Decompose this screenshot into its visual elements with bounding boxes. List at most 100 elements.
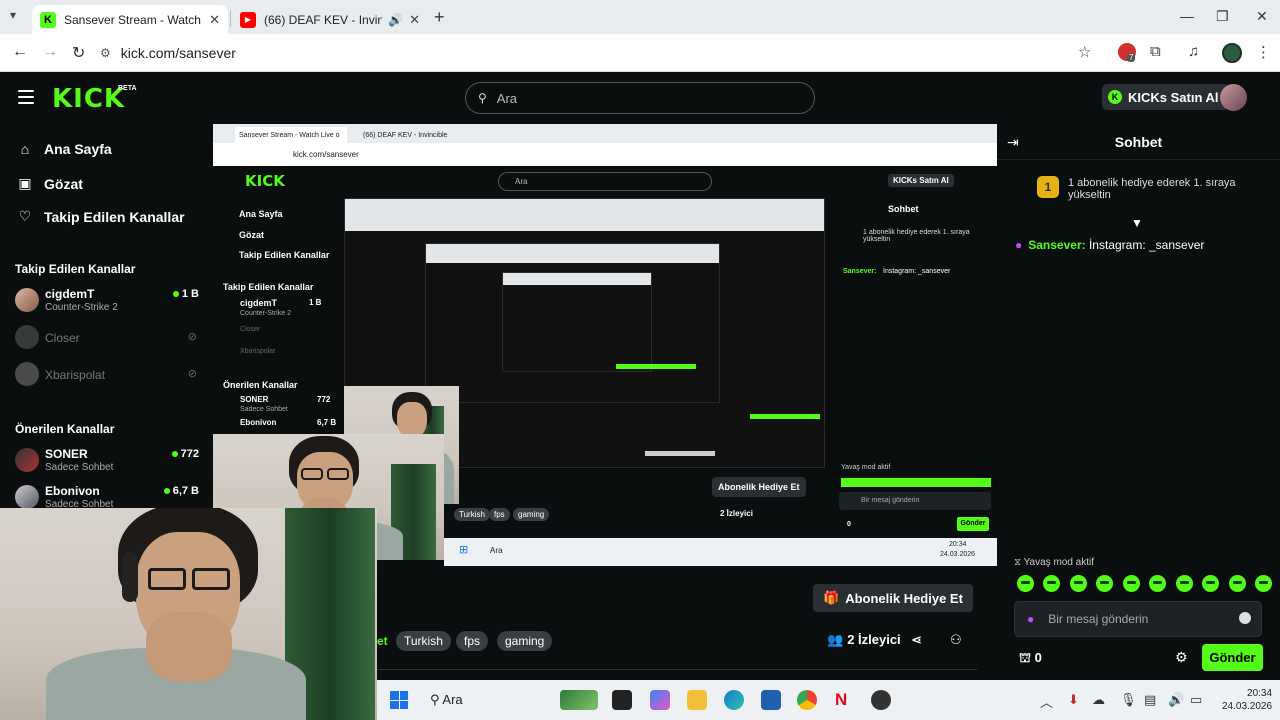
captured-sub-gift-button: Abonelik Hediye Et [712,477,806,497]
slow-mode-notice: ⧖ Yavaş mod aktif [1014,557,1095,568]
extensions-icon[interactable]: ⧉ [1150,43,1161,60]
channel-category: Sadece Sohbet [45,462,114,473]
emote-icon[interactable] [1149,575,1167,592]
emote-icon[interactable] [1017,575,1034,592]
share-icon[interactable]: ⋖ [911,632,922,648]
menu-icon[interactable] [18,90,34,104]
beta-label: BETA [118,85,137,92]
emote-icon[interactable] [1069,575,1087,592]
emote-icon[interactable] [1122,575,1140,592]
url-field[interactable]: ⚙ kick.com/sansever [100,40,1100,66]
captured-send-button: Gönder [957,517,989,531]
netflix-icon[interactable]: N [835,690,855,710]
close-window-icon[interactable]: ✕ [1256,8,1268,25]
channel-item-cigdemt[interactable]: cigdemT Counter-Strike 2 1 B [15,287,205,317]
taskbar-search[interactable]: ⚲ Ara [430,692,463,708]
address-bar: ← → ↻ ⚙ kick.com/sansever ☆ ⧉ ♫ ⋮ [0,34,1280,72]
captured-search: Ara [498,172,712,191]
new-tab-icon[interactable]: + [434,7,445,28]
windows-start-icon[interactable] [390,691,408,709]
captured-emote-row [841,478,991,487]
edge-icon[interactable] [724,690,744,710]
back-icon[interactable]: ← [12,43,28,61]
filter-icon[interactable]: ▼ [1131,216,1143,230]
browser-profile-avatar[interactable] [1222,43,1242,63]
browser-menu-icon[interactable]: ⋮ [1256,43,1271,61]
captured-taskbar-search: Ara [490,546,503,555]
emote-icon[interactable] [1228,575,1246,592]
captured-channel-category: Sadece Sohbet [240,406,288,413]
media-control-icon[interactable]: ♫ [1188,43,1199,60]
subscribe-gift-button[interactable]: 🎁 Abonelik Hediye Et [813,584,973,612]
tab-search-icon[interactable]: ▾ [10,8,16,22]
site-info-icon[interactable]: ⚙ [100,46,111,60]
onedrive-icon[interactable]: ☁ [1092,692,1105,708]
tab-youtube[interactable]: ▶ (66) DEAF KEV - Invincible | 🔊 ✕ [232,5,428,34]
buy-kicks-button[interactable]: K KICKs Satın Al [1102,84,1229,110]
channel-points[interactable]: ⛫ 0 [1019,650,1042,668]
follow-user-icon[interactable]: ⚇ [950,632,962,648]
restore-icon[interactable]: ❐ [1216,8,1229,25]
widgets-icon[interactable] [560,690,598,710]
minimize-icon[interactable]: — [1180,8,1194,24]
channel-item-closer[interactable]: Closer ⊘ [15,324,205,354]
tray-overflow-icon[interactable]: ︿ [1040,692,1053,711]
close-tab-icon[interactable]: ✕ [209,12,220,28]
stream-tag[interactable]: gaming [497,631,553,651]
tab-kick-stream[interactable]: K Sansever Stream - Watch Live o ✕ [32,5,228,34]
home-icon: ⌂ [20,141,30,157]
chrome-icon[interactable] [797,690,817,710]
emoji-picker-icon[interactable] [1239,612,1251,624]
captured-windows-icon: ⊞ [459,544,469,556]
url-text: kick.com/sansever [120,45,236,61]
captured-browser-chrome: Sansever Stream - Watch Live o (66) DEAF… [213,124,997,166]
send-button[interactable]: Gönder [1202,644,1263,671]
copilot-icon[interactable] [650,690,670,710]
chat-panel: ⇥ Sohbet 1 1 abonelik hediye ederek 1. s… [997,124,1280,680]
captured-chat-input: Bir mesaj gönderin [839,492,991,510]
channel-item-soner[interactable]: SONER Sadece Sohbet 772 [15,447,205,477]
close-tab-icon[interactable]: ✕ [409,12,420,28]
stream-tag[interactable]: fps [456,631,489,651]
nav-browse[interactable]: ▣ Gözat [16,175,83,192]
network-icon[interactable]: ▤ [1144,692,1156,708]
emote-icon[interactable] [1043,575,1061,592]
captured-tab: (66) DEAF KEV - Invincible [363,131,448,139]
system-clock[interactable]: 20:34 24.03.2026 [1222,687,1272,713]
chat-message-text: İnstagram: _sansever [1088,238,1205,252]
channel-item-xbarispolat[interactable]: Xbarispolat ⊘ [15,361,205,391]
mic-badge-icon: ● [1015,238,1023,252]
volume-icon[interactable]: 🔊 [1168,692,1184,708]
captured-nav-following: Takip Edilen Kanallar [239,250,330,260]
speaker-icon[interactable]: 🔊 [388,13,403,27]
user-avatar[interactable] [1220,84,1247,111]
tray-app-icon[interactable]: ⬇ [1068,692,1079,708]
nested-browser-chrome [345,199,824,232]
nested-browser-chrome [426,244,719,263]
bookmark-star-icon[interactable]: ☆ [1078,43,1091,61]
emote-icon[interactable] [1254,575,1272,592]
chat-settings-icon[interactable]: ⚙ [1175,649,1188,666]
chat-username[interactable]: Sansever: [1028,238,1085,252]
nav-home[interactable]: ⌂ Ana Sayfa [16,141,112,157]
kick-logo[interactable]: KICK [52,84,125,114]
file-explorer-icon[interactable] [687,690,707,710]
search-icon: ⚲ [430,692,443,707]
viewer-count: 👥 2 İzleyici [827,632,901,647]
chat-message-input[interactable]: ● Bir mesaj gönderin [1014,601,1262,637]
emote-icon[interactable] [1175,575,1193,592]
microphone-icon[interactable]: 🎙 [1120,692,1137,708]
reload-icon[interactable]: ↻ [72,43,85,63]
app-icon[interactable] [871,690,891,710]
kick-favicon-icon: K [40,11,56,28]
stream-tag[interactable]: Turkish [396,631,451,651]
emote-icon[interactable] [1202,575,1220,592]
live-dot-icon [172,291,179,298]
terminal-icon[interactable] [612,690,632,710]
forward-icon[interactable]: → [42,43,58,61]
emote-icon[interactable] [1096,575,1114,592]
nav-following[interactable]: ♡ Takip Edilen Kanallar [16,208,185,225]
store-icon[interactable] [761,690,781,710]
search-input[interactable]: ⚲ Ara [465,82,815,114]
battery-icon[interactable]: ▭ [1190,692,1202,708]
